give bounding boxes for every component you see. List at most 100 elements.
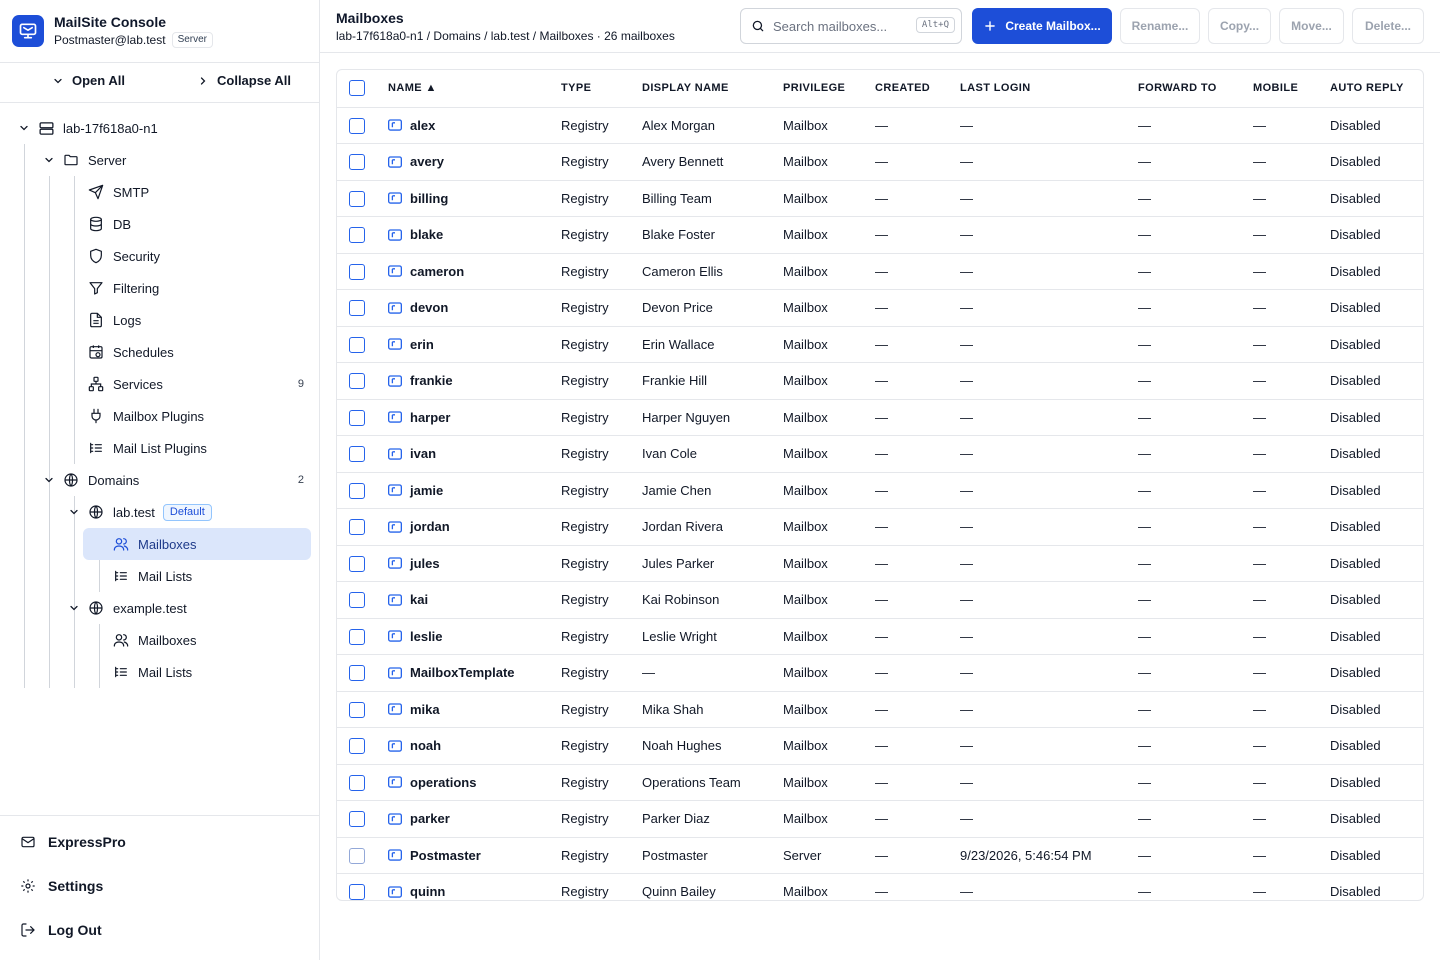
open-all-button[interactable]: Open All (52, 73, 125, 88)
row-checkbox[interactable] (349, 336, 365, 353)
collapse-all-button[interactable]: Collapse All (197, 73, 291, 88)
mailbox-name-link[interactable]: MailboxTemplate (410, 665, 515, 680)
row-checkbox[interactable] (349, 555, 365, 572)
row-checkbox[interactable] (349, 811, 365, 828)
table-row[interactable]: quinn Registry Quinn Bailey Mailbox — — — — Disa… (337, 873, 1423, 900)
row-checkbox[interactable] (349, 409, 365, 426)
table-row[interactable]: devon Registry Devon Price Mailbox — — — — Disab… (337, 289, 1423, 327)
table-row[interactable]: MailboxTemplate Registry — Mailbox — — — — Disab… (337, 654, 1423, 692)
row-checkbox[interactable] (349, 774, 365, 791)
mailbox-name-link[interactable]: erin (410, 337, 434, 352)
tree-item-example-test-mail-lists[interactable]: Mail Lists (112, 656, 192, 688)
table-row[interactable]: Postmaster Registry Postmaster Server —9/23/… (337, 837, 1423, 874)
row-checkbox[interactable] (349, 227, 365, 244)
row-checkbox[interactable] (349, 701, 365, 718)
tree-item-logs[interactable]: Logs (87, 304, 141, 336)
search-box[interactable]: Alt+Q (740, 8, 962, 44)
table-row[interactable]: billing Registry Billing Team Mailbox — — — — Di… (337, 180, 1423, 217)
tree-item-domain-example-test[interactable]: example.test (67, 592, 187, 624)
row-checkbox[interactable] (349, 190, 365, 207)
search-input[interactable] (773, 18, 903, 34)
column-header-display-name[interactable]: DISPLAY NAME (642, 70, 783, 108)
expresspro-link[interactable]: ExpressPro (20, 834, 126, 850)
move-button[interactable]: Move... (1279, 8, 1344, 44)
chevron-down-icon[interactable] (67, 505, 81, 519)
mailbox-name-link[interactable]: frankie (410, 373, 453, 388)
table-row[interactable]: leslie Registry Leslie Wright Mailbox — — — — Di… (337, 618, 1423, 655)
row-checkbox[interactable] (349, 117, 365, 134)
table-row[interactable]: parker Registry Parker Diaz Mailbox — — — — Disa… (337, 800, 1423, 838)
tree-item-filtering[interactable]: Filtering (87, 272, 159, 304)
settings-link[interactable]: Settings (20, 878, 103, 894)
create-mailbox-button[interactable]: Create Mailbox... (972, 8, 1112, 44)
mailbox-name-link[interactable]: quinn (410, 884, 445, 899)
mailbox-name-link[interactable]: leslie (410, 629, 443, 644)
table-row[interactable]: ivan Registry Ivan Cole Mailbox — — — — Disabled (337, 435, 1423, 473)
mailbox-name-link[interactable]: cameron (410, 264, 464, 279)
tree-item-schedules[interactable]: Schedules (87, 336, 174, 368)
tree-item-mail-list-plugins[interactable]: Mail List Plugins (87, 432, 207, 464)
mailbox-name-link[interactable]: mika (410, 702, 440, 717)
mailbox-name-link[interactable]: jamie (410, 483, 443, 498)
tree-item-domain-lab-test[interactable]: lab.test Default (67, 496, 212, 528)
tree-item-lab-test-mail-lists[interactable]: Mail Lists (112, 560, 192, 592)
column-header-auto-reply[interactable]: AUTO REPLY (1330, 70, 1423, 108)
table-row[interactable]: avery Registry Avery Bennett Mailbox — — — — Dis… (337, 143, 1423, 181)
chevron-down-icon[interactable] (17, 121, 31, 135)
row-checkbox[interactable] (349, 628, 365, 645)
column-header-type[interactable]: TYPE (561, 70, 642, 108)
row-checkbox[interactable] (349, 446, 365, 463)
row-checkbox[interactable] (349, 154, 365, 171)
column-header-name[interactable]: NAME ▲ (388, 70, 561, 108)
row-checkbox[interactable] (349, 300, 365, 317)
row-checkbox[interactable] (349, 263, 365, 280)
tree-item-mailbox-plugins[interactable]: Mailbox Plugins (87, 400, 204, 432)
tree-item-host[interactable]: lab-17f618a0-n1 (17, 112, 158, 144)
column-header-forward-to[interactable]: FORWARD TO (1138, 70, 1253, 108)
table-row[interactable]: erin Registry Erin Wallace Mailbox — — — — Disab… (337, 326, 1423, 363)
select-all-checkbox[interactable] (349, 80, 365, 97)
table-row[interactable]: frankie Registry Frankie Hill Mailbox — — — — Di… (337, 362, 1423, 400)
table-row[interactable]: jamie Registry Jamie Chen Mailbox — — — — Disabl… (337, 472, 1423, 509)
mailbox-name-link[interactable]: blake (410, 227, 443, 242)
tree-item-example-test-mailboxes[interactable]: Mailboxes (112, 624, 197, 656)
table-row[interactable]: cameron Registry Cameron Ellis Mailbox — — — — D… (337, 253, 1423, 290)
logout-link[interactable]: Log Out (20, 922, 102, 938)
row-checkbox[interactable] (349, 519, 365, 536)
mailbox-name-link[interactable]: ivan (410, 446, 436, 461)
table-row[interactable]: mika Registry Mika Shah Mailbox — — — — Disabled (337, 691, 1423, 728)
tree-item-server[interactable]: Server (42, 144, 126, 176)
row-checkbox[interactable] (349, 738, 365, 755)
chevron-down-icon[interactable] (42, 473, 56, 487)
tree-item-smtp[interactable]: SMTP (87, 176, 149, 208)
table-row[interactable]: alex Registry Alex Morgan Mailbox — — — — Disabl… (337, 107, 1423, 144)
row-checkbox[interactable] (349, 884, 365, 900)
row-checkbox[interactable] (349, 373, 365, 390)
delete-button[interactable]: Delete... (1352, 8, 1424, 44)
mailbox-name-link[interactable]: billing (410, 191, 448, 206)
mailbox-name-link[interactable]: jordan (410, 519, 450, 534)
column-header-created[interactable]: CREATED (875, 70, 960, 108)
table-row[interactable]: operations Registry Operations Team Mailbox… (337, 764, 1423, 801)
column-header-last-login[interactable]: LAST LOGIN (960, 70, 1138, 108)
table-row[interactable]: noah Registry Noah Hughes Mailbox — — — — Disabl… (337, 727, 1423, 765)
tree-item-lab-test-mailboxes[interactable]: Mailboxes (112, 528, 197, 560)
table-row[interactable]: jordan Registry Jordan Rivera Mailbox — — — — Di… (337, 508, 1423, 546)
rename-button[interactable]: Rename... (1120, 8, 1200, 44)
row-checkbox[interactable] (349, 847, 365, 864)
column-header-privilege[interactable]: PRIVILEGE (783, 70, 875, 108)
mailbox-name-link[interactable]: Postmaster (410, 848, 481, 863)
mailbox-name-link[interactable]: parker (410, 811, 450, 826)
copy-button[interactable]: Copy... (1208, 8, 1271, 44)
mailbox-name-link[interactable]: noah (410, 738, 441, 753)
row-checkbox[interactable] (349, 592, 365, 609)
column-header-mobile[interactable]: MOBILE (1253, 70, 1330, 108)
mailbox-name-link[interactable]: operations (410, 775, 476, 790)
mailbox-name-link[interactable]: harper (410, 410, 450, 425)
mailbox-name-link[interactable]: avery (410, 154, 444, 169)
tree-item-services[interactable]: Services 9 (87, 368, 307, 400)
tree-item-db[interactable]: DB (87, 208, 131, 240)
table-row[interactable]: kai Registry Kai Robinson Mailbox — — — — Disabl… (337, 581, 1423, 619)
row-checkbox[interactable] (349, 482, 365, 499)
mailbox-name-link[interactable]: kai (410, 592, 428, 607)
